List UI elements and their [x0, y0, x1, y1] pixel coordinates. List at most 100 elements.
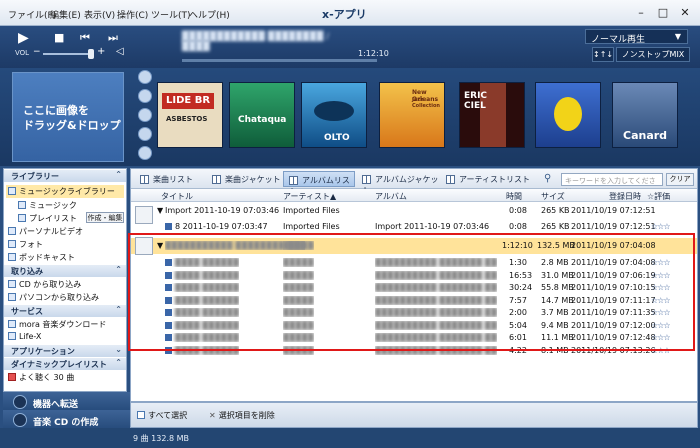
sidebar-item-music[interactable]: ミュージック	[18, 200, 77, 211]
volume-down-icon[interactable]: −	[33, 47, 41, 57]
column-title[interactable]: タイトル	[161, 191, 193, 202]
sidebar-section-library[interactable]: ライブラリー ⌃	[4, 170, 126, 182]
album-jacket[interactable]	[535, 82, 601, 148]
previous-icon[interactable]: ⏮	[80, 31, 90, 45]
tab-label: 楽曲リスト	[153, 175, 193, 184]
album-group-row[interactable]: ▼ Import 2011-10-19 07:03:46 Imported Fi…	[131, 205, 697, 224]
grid-icon[interactable]	[138, 127, 152, 141]
computer-icon	[8, 293, 16, 301]
sidebar-section-applications[interactable]: アプリケーション ⌄	[4, 345, 126, 357]
album-jacket[interactable]: New Orleans Jazz Collection	[379, 82, 445, 148]
close-icon[interactable]: ✕	[678, 6, 692, 20]
album-jacket[interactable]: Chataqua	[229, 82, 295, 148]
link-icon[interactable]	[138, 108, 152, 122]
volume-knob[interactable]	[88, 49, 94, 59]
table-row[interactable]: 8 2011-10-19 07:03:47 Imported Files Imp…	[131, 221, 697, 233]
sidebar-section-service[interactable]: サービス ⌃	[4, 305, 126, 317]
sidebar-section-import[interactable]: 取り込み ⌃	[4, 265, 126, 277]
sidebar-item-pc-import[interactable]: パソコンから取り込み	[8, 292, 99, 303]
person-icon[interactable]	[138, 89, 152, 103]
volume-label: VOL	[15, 49, 30, 57]
column-rating[interactable]: ☆評価	[647, 191, 670, 202]
seek-bar[interactable]	[182, 59, 377, 62]
album-jacket[interactable]: OLTO	[301, 82, 367, 148]
sidebar-item-lifex[interactable]: Life-X	[8, 332, 41, 341]
collapse-icon[interactable]: ⌃	[115, 265, 122, 274]
collapse-icon[interactable]: ⌃	[115, 305, 122, 314]
tab-album-jacket[interactable]: アルバムジャケット	[357, 171, 439, 195]
music-icon	[8, 187, 16, 195]
album-jacket[interactable]: Canard	[612, 82, 678, 148]
nonstop-mix-button[interactable]: ノンストップMIX	[616, 47, 690, 62]
column-time[interactable]: 時間	[506, 191, 522, 202]
note-icon	[165, 223, 172, 230]
tab-album-list[interactable]: アルバムリスト	[283, 171, 355, 196]
elapsed-time: 1:12:10	[358, 49, 389, 58]
transfer-to-device-button[interactable]: 機器へ転送	[3, 392, 130, 412]
collapse-icon[interactable]: ⌄	[115, 345, 122, 354]
jacket-title: OLTO	[324, 133, 350, 143]
collapse-icon[interactable]: ⌃	[115, 170, 122, 179]
menu-edit[interactable]: 編集(E)	[50, 8, 81, 21]
minimize-icon[interactable]: –	[634, 6, 648, 20]
item-label: パソコンから取り込み	[19, 293, 99, 302]
menu-help[interactable]: ヘルプ(H)	[189, 8, 230, 21]
column-album[interactable]: アルバム	[375, 191, 407, 202]
clear-button[interactable]: クリア	[666, 173, 694, 186]
grid-icon	[362, 175, 371, 184]
next-icon[interactable]: ⏭	[108, 31, 118, 45]
create-edit-button[interactable]: 作成・編集	[86, 212, 124, 223]
globe-icon[interactable]	[138, 146, 152, 160]
speaker-icon[interactable]: ◁	[116, 46, 124, 57]
sidebar-item-podcast[interactable]: ポッドキャスト	[8, 252, 75, 263]
section-title: サービス	[11, 307, 43, 316]
group-time: 0:08	[509, 206, 527, 215]
search-input[interactable]: キーワードを入力してください	[561, 173, 663, 195]
status-bar: 9 曲 132.8 MB	[0, 428, 700, 448]
menu-control[interactable]: 操作(C)	[117, 8, 148, 21]
stop-icon[interactable]: ■	[54, 31, 64, 44]
menu-file[interactable]: ファイル(F)	[8, 8, 56, 21]
rating-stars[interactable]: ☆☆☆	[651, 222, 670, 231]
menu-view[interactable]: 表示(V)	[84, 8, 115, 21]
shuffle-button[interactable]: ↕↑↓	[592, 47, 614, 62]
section-title: アプリケーション	[11, 347, 75, 356]
button-label: 機器へ転送	[33, 400, 79, 410]
sidebar-item-playlist[interactable]: プレイリスト	[18, 213, 77, 224]
album-jacket[interactable]: ERIC CIEL	[459, 82, 525, 148]
lifex-icon	[8, 332, 16, 340]
sidebar-item-photo[interactable]: フォト	[8, 239, 43, 250]
item-label: よく聴く 30 曲	[19, 373, 75, 382]
tab-song-list[interactable]: 楽曲リスト	[135, 171, 199, 187]
sidebar-item-music-library[interactable]: ミュージックライブラリー	[6, 185, 124, 198]
sidebar-item-video[interactable]: パーソナルビデオ	[8, 226, 83, 237]
play-mode-select[interactable]: ノーマル再生 ▼	[585, 29, 688, 45]
column-size[interactable]: サイズ	[541, 191, 565, 202]
select-all-button[interactable]: すべて選択	[137, 410, 187, 421]
collapse-icon[interactable]: ⌃	[115, 358, 122, 367]
column-date[interactable]: 登録日時	[609, 191, 641, 202]
tab-song-jacket[interactable]: 楽曲ジャケット	[207, 171, 281, 187]
track-size: 265 KB	[541, 222, 570, 231]
play-icon[interactable]: ▶	[18, 30, 29, 46]
search-icon[interactable]: ⚲	[544, 173, 551, 184]
zoom-icon[interactable]	[138, 70, 152, 84]
sidebar-item-cd-import[interactable]: CD から取り込み	[8, 279, 81, 290]
album-jacket[interactable]: LIDE BR ASBESTOS	[157, 82, 223, 148]
volume-slider[interactable]	[43, 53, 88, 55]
track-title: 8 2011-10-19 07:03:47	[165, 222, 268, 231]
sidebar-item-top30[interactable]: よく聴く 30 曲	[8, 372, 74, 383]
jacket-subtitle: CIEL	[464, 101, 486, 111]
delete-selected-button[interactable]: ✕ 選択項目を削除	[209, 410, 275, 421]
column-artist[interactable]: アーティスト▲	[283, 191, 336, 202]
sidebar-item-mora[interactable]: mora 音楽ダウンロード	[8, 319, 106, 330]
maximize-icon[interactable]: □	[656, 6, 670, 20]
image-drop-zone[interactable]: ここに画像を ドラッグ&ドロップ	[12, 72, 124, 162]
volume-up-icon[interactable]: +	[97, 46, 105, 57]
cd-burn-icon	[13, 413, 27, 427]
create-cd-button[interactable]: 音楽 CD の作成	[3, 410, 130, 430]
track-artist: Imported Files	[283, 222, 340, 231]
menu-tools[interactable]: ツール(T)	[151, 8, 191, 21]
tab-artist-list[interactable]: アーティストリスト	[441, 171, 531, 187]
sidebar-section-dynamic-playlist[interactable]: ダイナミックプレイリスト ⌃	[4, 358, 126, 370]
